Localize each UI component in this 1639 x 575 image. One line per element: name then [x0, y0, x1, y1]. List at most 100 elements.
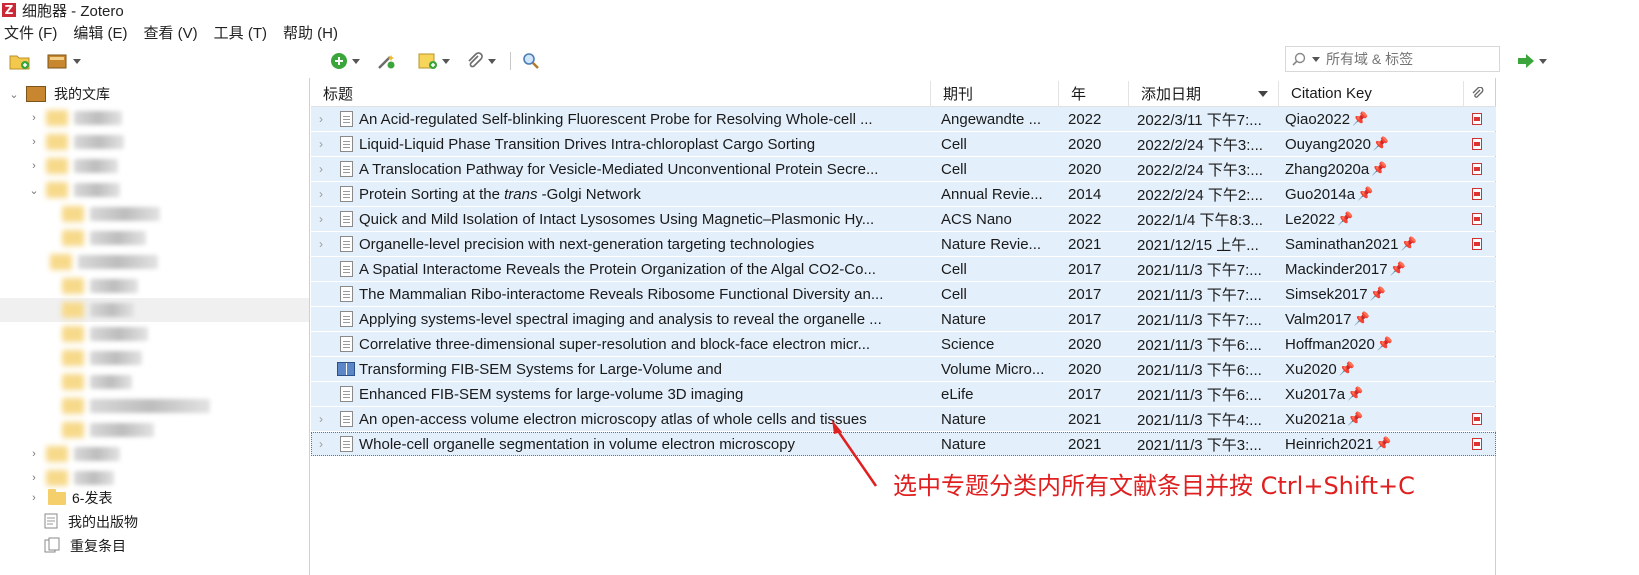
tree-item-subcollection[interactable]: [0, 394, 309, 418]
tree-item-publish[interactable]: › 6-发表: [0, 486, 309, 510]
attach-button[interactable]: [466, 50, 496, 72]
redacted-label: [90, 423, 154, 437]
new-collection-button[interactable]: [9, 50, 31, 72]
cell-title: Transforming FIB-SEM Systems for Large-V…: [359, 360, 722, 378]
table-row[interactable]: A Spatial Interactome Reveals the Protei…: [311, 257, 1496, 281]
folder-icon: [46, 470, 68, 486]
column-header-citation-key[interactable]: Citation Key: [1279, 80, 1464, 107]
menu-tools[interactable]: 工具 (T): [214, 22, 267, 43]
table-row[interactable]: › Protein Sorting at the trans -Golgi Net…: [311, 182, 1496, 206]
chevron-right-icon[interactable]: ›: [28, 160, 40, 172]
cell-attachment[interactable]: [1464, 413, 1489, 425]
column-header-attachments[interactable]: [1464, 81, 1492, 107]
pdf-icon[interactable]: [1471, 163, 1482, 175]
folder-icon: [62, 302, 84, 318]
chevron-right-icon[interactable]: ›: [311, 412, 333, 426]
table-row[interactable]: › An open-access volume electron microsco…: [311, 407, 1496, 431]
chevron-right-icon[interactable]: ›: [28, 472, 40, 484]
pdf-icon[interactable]: [1471, 188, 1482, 200]
tree-item-collection[interactable]: ›: [0, 442, 309, 466]
tree-item-collection[interactable]: ⌄: [0, 178, 309, 202]
chevron-right-icon[interactable]: ›: [311, 437, 333, 451]
column-header-journal[interactable]: 期刊: [931, 80, 1059, 107]
pdf-icon[interactable]: [1471, 138, 1482, 150]
tree-item-subcollection[interactable]: [0, 370, 309, 394]
locate-button[interactable]: [1517, 50, 1547, 72]
table-row[interactable]: Correlative three-dimensional super-reso…: [311, 332, 1496, 356]
table-row[interactable]: Enhanced FIB-SEM systems for large-volum…: [311, 382, 1496, 406]
redacted-label: [78, 255, 158, 269]
cell-attachment[interactable]: [1464, 163, 1489, 175]
tree-item-subcollection[interactable]: [0, 274, 309, 298]
tree-item-duplicates[interactable]: 重复条目: [0, 534, 309, 558]
pdf-icon[interactable]: [1471, 413, 1482, 425]
chevron-right-icon[interactable]: ›: [311, 212, 333, 226]
chevron-down-icon[interactable]: ⌄: [8, 88, 20, 101]
new-note-button[interactable]: [418, 50, 450, 72]
tree-item-subcollection[interactable]: [0, 250, 309, 274]
tree-item-my-publications[interactable]: 我的出版物: [0, 510, 309, 534]
cell-attachment[interactable]: [1464, 438, 1489, 450]
chevron-right-icon[interactable]: ›: [311, 162, 333, 176]
redacted-label: [90, 231, 146, 245]
cell-attachment[interactable]: [1464, 113, 1489, 125]
search-mode-dropdown-icon[interactable]: [1312, 56, 1320, 62]
cell-title: Whole-cell organelle segmentation in vol…: [359, 435, 796, 453]
menu-help[interactable]: 帮助 (H): [283, 22, 338, 43]
cell-journal: Nature: [941, 410, 987, 428]
advanced-search-button[interactable]: [522, 50, 540, 72]
tree-item-subcollection[interactable]: [0, 226, 309, 250]
table-row[interactable]: › Liquid-Liquid Phase Transition Drives I…: [311, 132, 1496, 156]
tree-item-subcollection[interactable]: [0, 322, 309, 346]
tree-item-subcollection-selected[interactable]: [0, 298, 309, 322]
pdf-icon[interactable]: [1471, 113, 1482, 125]
table-row[interactable]: › Quick and Mild Isolation of Intact Lyso…: [311, 207, 1496, 231]
cell-attachment[interactable]: [1464, 213, 1489, 225]
pdf-icon[interactable]: [1471, 213, 1482, 225]
menu-edit[interactable]: 编辑 (E): [73, 22, 127, 43]
cell-date-added: 2022/2/24 下午3:...: [1137, 136, 1263, 154]
column-header-date-added[interactable]: 添加日期: [1129, 80, 1279, 107]
tree-item-collection[interactable]: ›: [0, 130, 309, 154]
my-publications-icon: [44, 513, 58, 532]
cell-attachment[interactable]: [1464, 138, 1489, 150]
chevron-down-icon[interactable]: ⌄: [28, 184, 40, 197]
column-header-year[interactable]: 年: [1059, 80, 1129, 107]
chevron-right-icon[interactable]: ›: [311, 112, 333, 126]
cell-journal: Cell: [941, 135, 967, 153]
chevron-right-icon[interactable]: ›: [28, 136, 40, 148]
table-row[interactable]: › Whole-cell organelle segmentation in vo…: [311, 432, 1496, 456]
table-row[interactable]: The Mammalian Ribo-interactome Reveals R…: [311, 282, 1496, 306]
tree-item-collection[interactable]: ›: [0, 106, 309, 130]
cell-attachment[interactable]: [1464, 188, 1489, 200]
chevron-right-icon[interactable]: ›: [28, 492, 40, 504]
tree-item-my-library[interactable]: ⌄ 我的文库: [0, 82, 309, 106]
chevron-right-icon[interactable]: ›: [311, 237, 333, 251]
pdf-icon[interactable]: [1471, 238, 1482, 250]
chevron-right-icon[interactable]: ›: [311, 187, 333, 201]
library-actions-button[interactable]: [47, 50, 81, 72]
table-row[interactable]: › Organelle-level precision with next-gen…: [311, 232, 1496, 256]
search-field[interactable]: [1285, 46, 1500, 72]
table-row[interactable]: › A Translocation Pathway for Vesicle-Med…: [311, 157, 1496, 181]
new-item-button[interactable]: [330, 50, 360, 72]
citation-key-text: Zhang2020a: [1285, 160, 1370, 178]
cell-attachment[interactable]: [1464, 238, 1489, 250]
tree-item-subcollection[interactable]: [0, 418, 309, 442]
pdf-icon[interactable]: [1471, 438, 1482, 450]
column-header-title[interactable]: 标题: [311, 80, 931, 107]
journal-article-icon: [339, 436, 353, 452]
search-input[interactable]: [1326, 51, 1476, 67]
menu-file[interactable]: 文件 (F): [4, 22, 57, 43]
tree-item-subcollection[interactable]: [0, 346, 309, 370]
tree-item-collection[interactable]: ›: [0, 154, 309, 178]
add-by-identifier-button[interactable]: [376, 50, 396, 72]
table-row[interactable]: › An Acid-regulated Self-blinking Fluores…: [311, 107, 1496, 131]
table-row[interactable]: Applying systems-level spectral imaging …: [311, 307, 1496, 331]
table-row[interactable]: Transforming FIB-SEM Systems for Large-V…: [311, 357, 1496, 381]
chevron-right-icon[interactable]: ›: [28, 448, 40, 460]
chevron-right-icon[interactable]: ›: [28, 112, 40, 124]
menu-view[interactable]: 查看 (V): [144, 22, 198, 43]
chevron-right-icon[interactable]: ›: [311, 137, 333, 151]
tree-item-subcollection[interactable]: [0, 202, 309, 226]
